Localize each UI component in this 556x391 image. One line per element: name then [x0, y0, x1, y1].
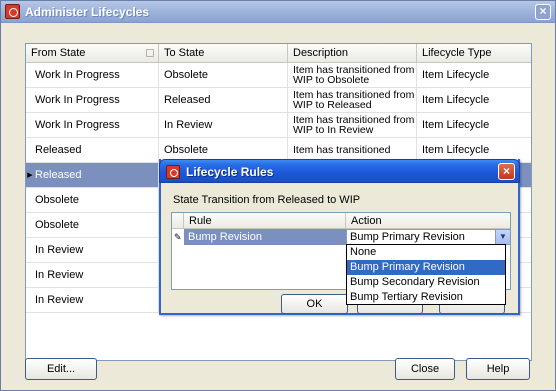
column-header-lifecycle-type[interactable]: Lifecycle Type [417, 44, 531, 63]
column-header-action[interactable]: Action [346, 213, 512, 229]
action-dropdown-list[interactable]: None Bump Primary Revision Bump Secondary … [346, 244, 506, 305]
column-header-description[interactable]: Description [288, 44, 417, 63]
filter-icon[interactable] [146, 49, 154, 57]
table-row[interactable]: Work In Progress In Review Item has transi… [26, 113, 531, 138]
dialog-app-icon [166, 165, 180, 179]
cell-type: Item Lifecycle [417, 88, 531, 112]
cell-from: Work In Progress [26, 113, 159, 137]
edit-button[interactable]: Edit... [25, 358, 97, 380]
close-button[interactable]: Close [395, 358, 455, 380]
column-header-label: From State [31, 47, 86, 59]
cell-from: Work In Progress [26, 63, 159, 87]
app-icon [5, 4, 20, 19]
action-combobox-value: Bump Primary Revision [350, 231, 465, 243]
dialog-titlebar[interactable]: Lifecycle Rules × [159, 159, 520, 183]
help-button[interactable]: Help [466, 358, 530, 380]
dropdown-option[interactable]: Bump Secondary Revision [347, 275, 505, 290]
rule-cell[interactable]: Bump Revision [184, 229, 346, 245]
cell-type: Item Lifecycle [417, 63, 531, 87]
window-close-icon[interactable]: × [535, 4, 551, 20]
dropdown-option[interactable]: Bump Primary Revision [347, 260, 505, 275]
cell-description: Item has transitioned from WIP to In Rev… [288, 113, 417, 137]
column-header-to-state[interactable]: To State [159, 44, 288, 63]
cell-from: Released [26, 163, 159, 187]
cell-description: Item has transitioned from WIP to Obsole… [288, 63, 417, 87]
grid-header: From State To State Description Lifecycl… [26, 44, 531, 63]
row-indicator-header [172, 213, 184, 229]
edit-pencil-icon: ✎ [174, 232, 182, 242]
cell-from: In Review [26, 288, 159, 312]
table-row[interactable]: Work In Progress Obsolete Item has transit… [26, 63, 531, 88]
cell-from: Work In Progress [26, 88, 159, 112]
dialog-title: Lifecycle Rules [186, 165, 274, 179]
cell-from: In Review [26, 263, 159, 287]
rule-row[interactable]: ✎ Bump Revision Bump Primary Revision ▼ [172, 229, 511, 245]
cell-description: Item has transitioned from WIP to Releas… [288, 88, 417, 112]
cell-to: Obsolete [159, 63, 288, 87]
cell-from: Obsolete [26, 188, 159, 212]
dropdown-option[interactable]: Bump Tertiary Revision [347, 290, 505, 305]
action-combobox[interactable]: Bump Primary Revision ▼ [346, 229, 511, 245]
cell-to: Released [159, 88, 288, 112]
cell-from: In Review [26, 238, 159, 262]
ok-button[interactable]: OK [281, 294, 348, 314]
column-header-from-state[interactable]: From State [26, 44, 159, 63]
chevron-down-icon[interactable]: ▼ [495, 230, 510, 244]
transition-label: State Transition from Released to WIP [173, 194, 361, 206]
cell-from: Obsolete [26, 213, 159, 237]
dropdown-option[interactable]: None [347, 245, 505, 260]
window-title: Administer Lifecycles [25, 5, 150, 19]
window-titlebar[interactable]: Administer Lifecycles × [1, 1, 555, 23]
dialog-close-icon[interactable]: × [498, 163, 515, 180]
rules-grid-header: Rule Action [172, 213, 510, 229]
column-header-rule[interactable]: Rule [184, 213, 346, 229]
cell-type: Item Lifecycle [417, 113, 531, 137]
table-row[interactable]: Work In Progress Released Item has transit… [26, 88, 531, 113]
cell-to: In Review [159, 113, 288, 137]
cell-from: Released [26, 138, 159, 162]
